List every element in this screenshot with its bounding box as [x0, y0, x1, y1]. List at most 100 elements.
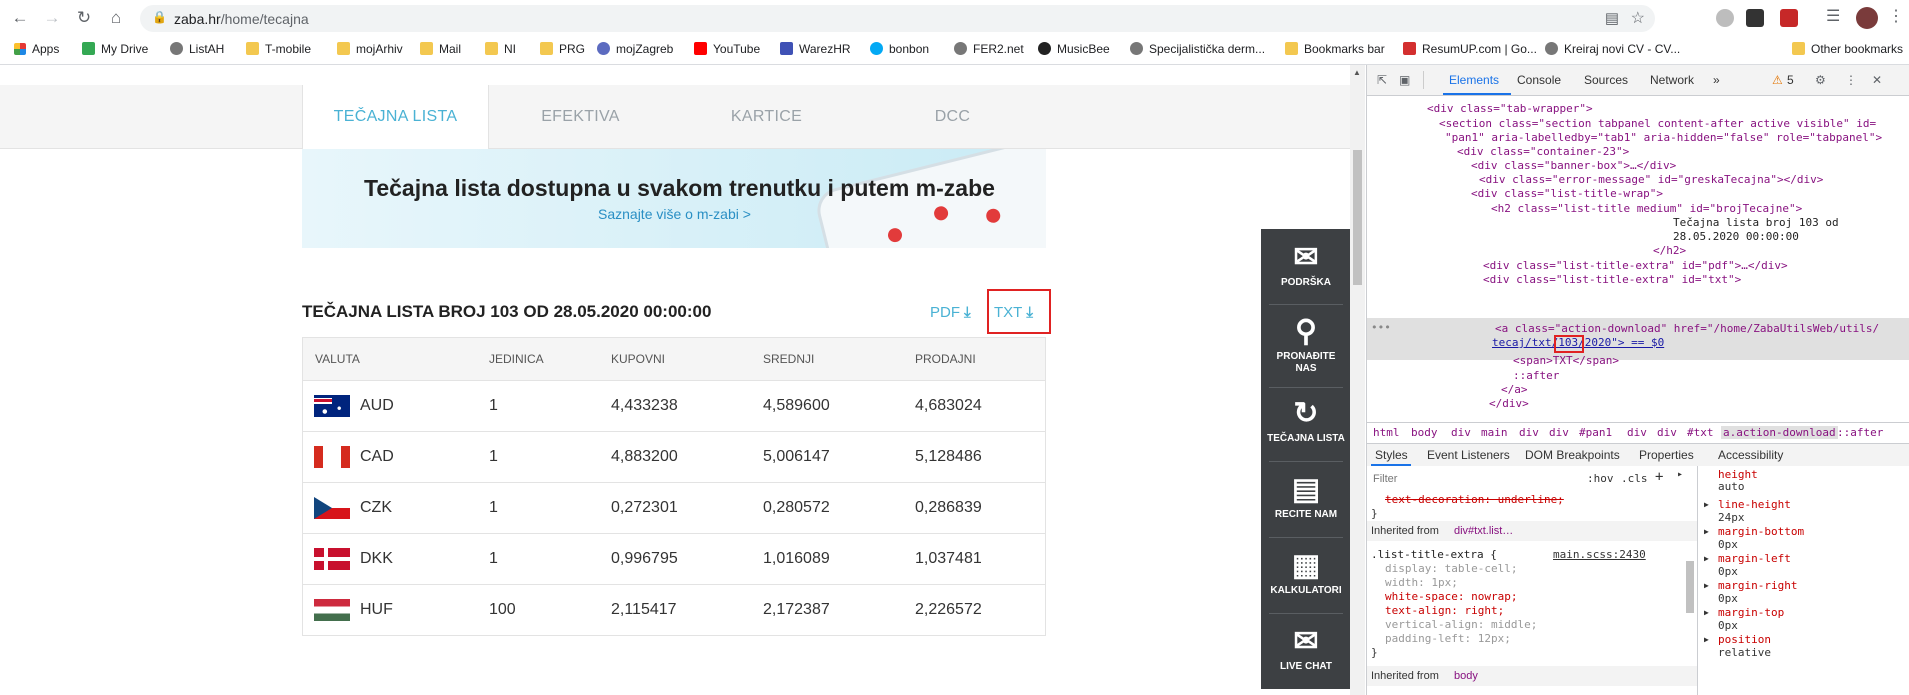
- css-property[interactable]: text-align: right;: [1385, 604, 1504, 617]
- pdf-download-link[interactable]: PDF ⤓: [930, 304, 971, 321]
- subtab-properties[interactable]: Properties: [1639, 448, 1694, 462]
- bookmark-item[interactable]: WarezHR: [780, 42, 851, 56]
- breadcrumb-item[interactable]: div: [1627, 426, 1647, 439]
- bookmark-item[interactable]: ListAH: [170, 42, 224, 56]
- find-us-button[interactable]: ⚲ PRONAĐITE NAS: [1261, 313, 1351, 375]
- page-scrollbar[interactable]: ▲: [1350, 65, 1365, 695]
- bookmark-item[interactable]: MusicBee: [1038, 42, 1110, 56]
- forward-icon[interactable]: →: [42, 8, 62, 28]
- more-tabs-icon[interactable]: »: [1713, 73, 1720, 87]
- reading-list-icon[interactable]: ☰: [1826, 6, 1840, 26]
- styles-filter-input[interactable]: [1371, 470, 1575, 488]
- bookmark-item[interactable]: My Drive: [82, 42, 148, 56]
- css-property[interactable]: width: 1px;: [1385, 576, 1458, 589]
- tab-tecajna-lista[interactable]: TEČAJNA LISTA: [302, 85, 489, 149]
- breadcrumb-item[interactable]: html: [1373, 426, 1400, 439]
- dom-line[interactable]: <div class="tab-wrapper">: [1427, 102, 1593, 115]
- exchange-rates-button[interactable]: ↻ TEČAJNA LISTA: [1261, 395, 1351, 445]
- banner-link[interactable]: Saznajte više o m-zabi >: [598, 206, 751, 222]
- expand-icon[interactable]: ▶: [1704, 554, 1709, 563]
- bookmark-item[interactable]: NI: [485, 42, 516, 56]
- home-icon[interactable]: ⌂: [106, 8, 126, 28]
- bookmark-item[interactable]: FER2.net: [954, 42, 1024, 56]
- bookmark-item[interactable]: bonbon: [870, 42, 929, 56]
- css-property[interactable]: vertical-align: middle;: [1385, 618, 1537, 631]
- dom-line[interactable]: <span>TXT</span>: [1513, 354, 1619, 367]
- tab-network[interactable]: Network: [1650, 73, 1694, 87]
- breadcrumb-item[interactable]: div: [1451, 426, 1471, 439]
- dom-text-node[interactable]: Tečajna lista broj 103 od: [1673, 216, 1839, 229]
- menu-icon[interactable]: ⋮: [1888, 6, 1904, 26]
- dom-line-selected[interactable]: <a class="action-download" href="/home/Z…: [1495, 322, 1879, 335]
- hov-toggle[interactable]: :hov: [1587, 472, 1614, 485]
- star-icon[interactable]: ☆: [1631, 8, 1645, 28]
- calculators-button[interactable]: ▦ KALKULATORI: [1261, 547, 1351, 597]
- extension-icon[interactable]: [1746, 9, 1764, 27]
- cls-toggle[interactable]: .cls: [1621, 472, 1648, 485]
- add-rule-icon[interactable]: +: [1655, 469, 1663, 485]
- warning-count[interactable]: 5: [1787, 73, 1794, 87]
- css-property[interactable]: display: table-cell;: [1385, 562, 1517, 575]
- subtab-event-listeners[interactable]: Event Listeners: [1427, 448, 1510, 462]
- tab-sources[interactable]: Sources: [1584, 73, 1628, 87]
- breadcrumb-item[interactable]: ::after: [1837, 426, 1883, 439]
- scroll-up-icon[interactable]: ▲: [1353, 68, 1361, 77]
- dom-line[interactable]: <div class="list-title-wrap">: [1471, 187, 1663, 200]
- expand-icon[interactable]: ▶: [1704, 581, 1709, 590]
- inherited-element-link[interactable]: div#txt.list…: [1454, 525, 1513, 537]
- more-icon[interactable]: ⋮: [1845, 73, 1857, 87]
- dom-line[interactable]: <div class="error-message" id="greskaTec…: [1479, 173, 1823, 186]
- bookmark-item[interactable]: Kreiraj novi CV - CV...: [1545, 42, 1680, 56]
- translate-icon[interactable]: ▤: [1605, 9, 1619, 27]
- breadcrumb-item[interactable]: #txt: [1687, 426, 1714, 439]
- breadcrumb-item[interactable]: div: [1657, 426, 1677, 439]
- expand-icon[interactable]: ▶: [1704, 608, 1709, 617]
- dom-line[interactable]: <h2 class="list-title medium" id="brojTe…: [1491, 202, 1802, 215]
- bookmark-item[interactable]: Specijalistička derm...: [1130, 42, 1265, 56]
- dom-line[interactable]: <div class="container-23">: [1457, 145, 1629, 158]
- computed-property-name[interactable]: margin-right: [1718, 579, 1797, 592]
- breadcrumb-item[interactable]: div: [1519, 426, 1539, 439]
- bookmark-item[interactable]: YouTube: [694, 42, 760, 56]
- inspect-icon[interactable]: ⇱: [1377, 73, 1387, 87]
- bookmark-item[interactable]: Mail: [420, 42, 461, 56]
- close-icon[interactable]: ✕: [1872, 73, 1882, 87]
- bookmark-item[interactable]: mojZagreb: [597, 42, 673, 56]
- address-bar[interactable]: 🔒 zaba.hr/home/tecajna ▤ ☆: [140, 5, 1655, 32]
- breadcrumb-item[interactable]: main: [1481, 426, 1508, 439]
- dom-line[interactable]: <section class="section tabpanel content…: [1439, 117, 1876, 130]
- dom-line[interactable]: <div class="banner-box">…</div>: [1471, 159, 1676, 172]
- bookmark-item[interactable]: ResumUP.com | Go...: [1403, 42, 1537, 56]
- bookmark-item[interactable]: PRG: [540, 42, 585, 56]
- subtab-accessibility[interactable]: Accessibility: [1718, 448, 1783, 462]
- breadcrumb-item[interactable]: #pan1: [1579, 426, 1612, 439]
- dom-line[interactable]: <div class="list-title-extra" id="pdf">……: [1483, 259, 1788, 272]
- avatar[interactable]: [1856, 7, 1878, 29]
- bookmark-apps[interactable]: Apps: [14, 42, 59, 56]
- txt-download-link[interactable]: TXT ⤓: [994, 304, 1033, 321]
- back-icon[interactable]: ←: [10, 8, 30, 28]
- subtab-styles[interactable]: Styles: [1375, 448, 1408, 462]
- bookmark-item[interactable]: T-mobile: [246, 42, 311, 56]
- dom-line[interactable]: </div>: [1489, 397, 1529, 410]
- scrollbar-thumb[interactable]: [1353, 150, 1362, 285]
- expand-icon[interactable]: ▶: [1704, 635, 1709, 644]
- settings-icon[interactable]: ⚙: [1815, 73, 1826, 87]
- tab-console[interactable]: Console: [1517, 73, 1561, 87]
- expand-icon[interactable]: ▶: [1704, 527, 1709, 536]
- expand-icon[interactable]: ▶: [1704, 500, 1709, 509]
- bookmark-item[interactable]: mojArhiv: [337, 42, 403, 56]
- tab-dcc[interactable]: DCC: [860, 85, 1045, 148]
- computed-property-name[interactable]: margin-left: [1718, 552, 1791, 565]
- reload-icon[interactable]: ↻: [74, 8, 94, 28]
- support-button[interactable]: ✉ PODRŠKA: [1261, 239, 1351, 289]
- breadcrumb-item[interactable]: body: [1411, 426, 1438, 439]
- dom-text-node[interactable]: 28.05.2020 00:00:00: [1673, 230, 1799, 243]
- computed-property-name[interactable]: position: [1718, 633, 1771, 646]
- css-selector[interactable]: .list-title-extra {: [1371, 548, 1497, 561]
- breadcrumb-item[interactable]: div: [1549, 426, 1569, 439]
- css-property[interactable]: white-space: nowrap;: [1385, 590, 1517, 603]
- bookmark-item[interactable]: Bookmarks bar: [1285, 42, 1385, 56]
- bookmark-other[interactable]: Other bookmarks: [1792, 42, 1903, 56]
- m-zaba-banner[interactable]: Tečajna lista dostupna u svakom trenutku…: [302, 149, 1046, 248]
